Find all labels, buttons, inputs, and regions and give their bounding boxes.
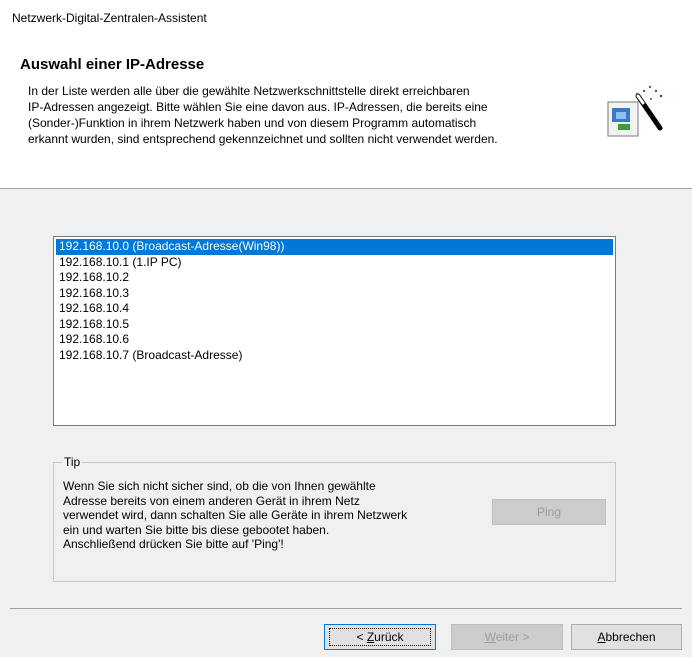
cancel-label: Abbrechen bbox=[597, 630, 656, 644]
wizard-header: Auswahl einer IP-Adresse In der Liste we… bbox=[0, 36, 692, 189]
page-description: In der Liste werden alle über die gewähl… bbox=[28, 83, 588, 147]
cancel-button[interactable]: Abbrechen bbox=[571, 624, 682, 650]
tip-line: Wenn Sie sich nicht sicher sind, ob die … bbox=[63, 479, 376, 493]
ip-address-list[interactable]: 192.168.10.0 (Broadcast-Adresse(Win98)) … bbox=[53, 236, 616, 426]
list-item[interactable]: 192.168.10.2 bbox=[56, 270, 613, 286]
list-item[interactable]: 192.168.10.4 bbox=[56, 301, 613, 317]
tip-line: ein und warten Sie bitte bis diese geboo… bbox=[63, 522, 330, 537]
wizard-wand-icon bbox=[607, 85, 663, 137]
description-line: IP-Adressen angezeigt. Bitte wählen Sie … bbox=[28, 100, 488, 114]
list-item[interactable]: 192.168.10.0 (Broadcast-Adresse(Win98)) bbox=[56, 239, 613, 255]
wizard-content: 192.168.10.0 (Broadcast-Adresse(Win98)) … bbox=[0, 189, 692, 609]
page-heading: Auswahl einer IP-Adresse bbox=[20, 56, 205, 73]
window-title: Netzwerk-Digital-Zentralen-Assistent bbox=[12, 11, 207, 25]
list-item[interactable]: 192.168.10.5 bbox=[56, 317, 613, 333]
tip-line: Anschließend drücken Sie bitte auf 'Ping… bbox=[63, 537, 284, 551]
next-label: Weiter > bbox=[484, 630, 530, 644]
tip-legend: Tip bbox=[62, 455, 83, 469]
back-button[interactable]: < Zurück bbox=[324, 624, 436, 650]
list-item[interactable]: 192.168.10.3 bbox=[56, 286, 613, 302]
description-line: erkannt wurden, sind entsprechend gekenn… bbox=[28, 132, 498, 146]
description-line: (Sonder-)Funktion in ihrem Netzwerk habe… bbox=[28, 116, 477, 130]
title-bar: Netzwerk-Digital-Zentralen-Assistent bbox=[0, 0, 692, 36]
list-item[interactable]: 192.168.10.6 bbox=[56, 332, 613, 348]
description-line: In der Liste werden alle über die gewähl… bbox=[28, 84, 470, 98]
ping-button[interactable]: Ping bbox=[492, 499, 606, 525]
list-item[interactable]: 192.168.10.7 (Broadcast-Adresse) bbox=[56, 348, 613, 364]
wizard-window: Netzwerk-Digital-Zentralen-Assistent Aus… bbox=[0, 0, 692, 657]
tip-line: Adresse bereits von einem anderen Gerät … bbox=[63, 493, 360, 508]
focus-rectangle bbox=[329, 628, 431, 646]
tip-text: Wenn Sie sich nicht sicher sind, ob die … bbox=[63, 479, 493, 552]
list-item[interactable]: 192.168.10.1 (1.IP PC) bbox=[56, 255, 613, 271]
next-button[interactable]: Weiter > bbox=[451, 624, 563, 650]
tip-line: verwendet wird, dann schalten Sie alle G… bbox=[63, 508, 408, 522]
footer-divider bbox=[10, 608, 682, 609]
